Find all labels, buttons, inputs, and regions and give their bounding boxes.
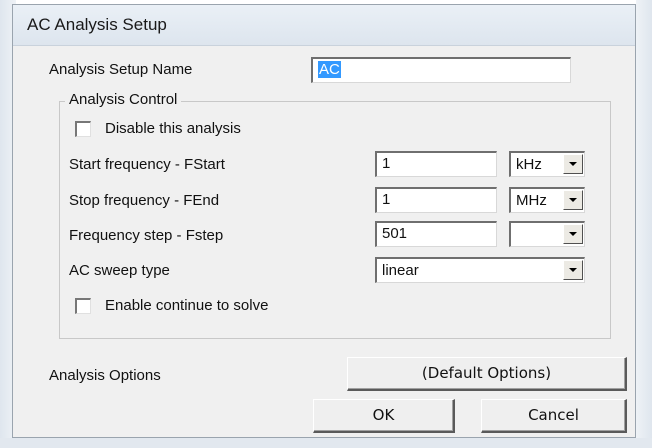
frequency-step-unit-select[interactable]: [509, 221, 585, 247]
stop-frequency-unit-select[interactable]: MHz: [509, 187, 585, 213]
background-bottom: [0, 438, 652, 448]
setup-name-value: AC: [318, 61, 341, 78]
chevron-down-icon: [569, 232, 577, 236]
default-options-button[interactable]: (Default Options): [347, 357, 627, 391]
frequency-step-input[interactable]: 501: [375, 221, 497, 247]
chevron-down-icon: [569, 162, 577, 166]
sweep-type-dropdown-button[interactable]: [563, 260, 583, 280]
start-frequency-input[interactable]: 1: [375, 151, 497, 177]
disable-analysis-label: Disable this analysis: [105, 120, 241, 137]
chevron-down-icon: [569, 268, 577, 272]
sweep-type-label: AC sweep type: [69, 262, 170, 279]
analysis-control-title: Analysis Control: [65, 91, 182, 108]
disable-analysis-checkbox[interactable]: [75, 121, 91, 137]
dialog-title: AC Analysis Setup: [27, 15, 167, 34]
start-frequency-label: Start frequency - FStart: [69, 156, 225, 173]
sweep-type-value: linear: [382, 262, 419, 279]
setup-name-input[interactable]: AC: [311, 57, 571, 83]
frequency-step-unit-dropdown-button[interactable]: [563, 224, 583, 244]
background-right: [636, 0, 652, 448]
setup-name-label: Analysis Setup Name: [49, 61, 193, 78]
start-frequency-unit-value: kHz: [516, 156, 542, 173]
ac-analysis-setup-dialog: AC Analysis Setup Analysis Setup Name AC…: [12, 4, 636, 438]
cancel-button[interactable]: Cancel: [481, 399, 627, 433]
sweep-type-select[interactable]: linear: [375, 257, 585, 283]
start-frequency-value: 1: [382, 155, 391, 172]
chevron-down-icon: [569, 198, 577, 202]
title-bar[interactable]: AC Analysis Setup: [13, 5, 635, 46]
continue-to-solve-checkbox[interactable]: [75, 298, 91, 314]
start-frequency-unit-dropdown-button[interactable]: [563, 154, 583, 174]
stop-frequency-unit-value: MHz: [516, 192, 547, 209]
ok-button[interactable]: OK: [313, 399, 455, 433]
continue-to-solve-label: Enable continue to solve: [105, 297, 269, 314]
stop-frequency-value: 1: [382, 191, 391, 208]
stop-frequency-input[interactable]: 1: [375, 187, 497, 213]
frequency-step-label: Frequency step - Fstep: [69, 227, 224, 244]
analysis-options-label: Analysis Options: [49, 367, 161, 384]
stop-frequency-unit-dropdown-button[interactable]: [563, 190, 583, 210]
frequency-step-value: 501: [382, 225, 408, 242]
start-frequency-unit-select[interactable]: kHz: [509, 151, 585, 177]
stop-frequency-label: Stop frequency - FEnd: [69, 192, 220, 209]
